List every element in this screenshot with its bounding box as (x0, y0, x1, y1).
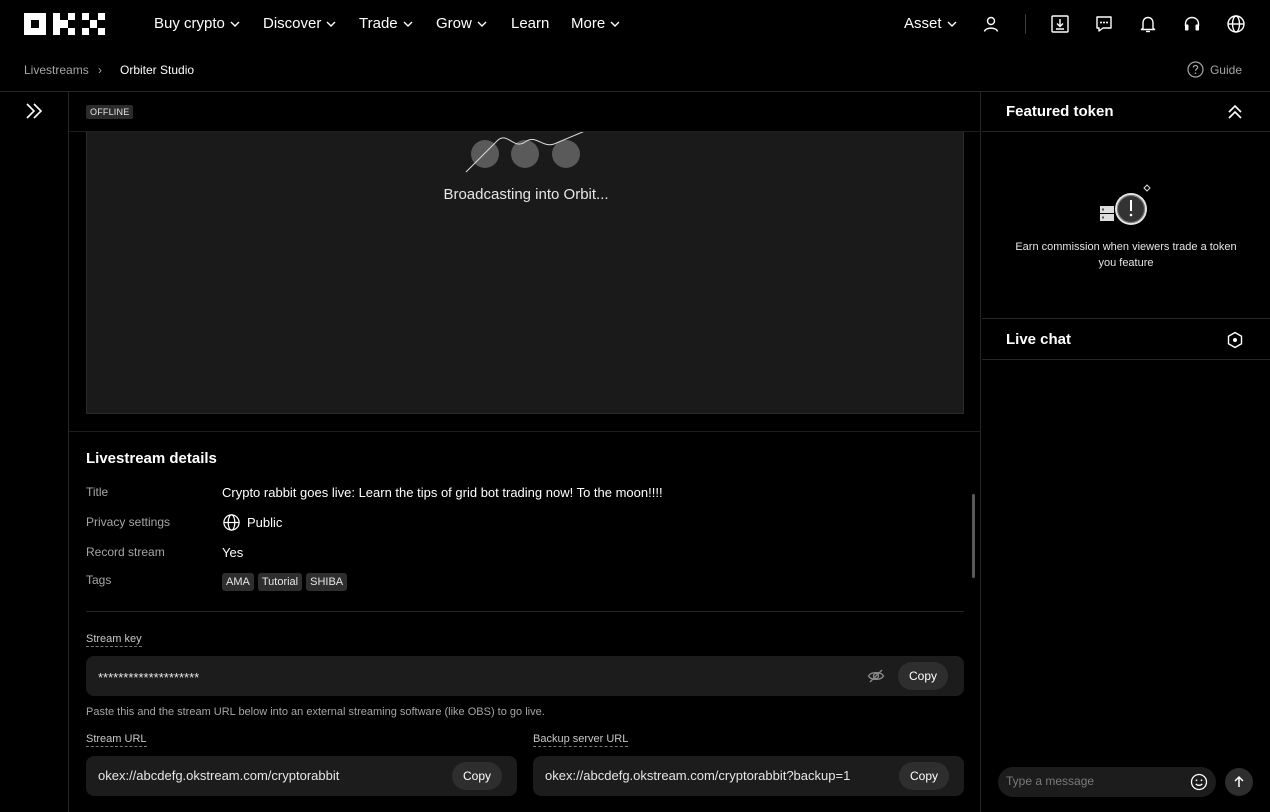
chevron-down-icon (609, 17, 621, 30)
scrollbar[interactable] (972, 494, 975, 578)
nav-learn[interactable]: Learn (511, 15, 549, 32)
right-panel: Featured token Earn commission when view… (982, 92, 1270, 812)
record-label: Record stream (86, 545, 165, 559)
nav-trade[interactable]: Trade (359, 15, 414, 32)
bell-icon[interactable] (1136, 12, 1160, 36)
details-heading: Livestream details (86, 450, 217, 467)
okx-logo[interactable] (24, 13, 105, 35)
stream-key-value: ******************** (98, 670, 200, 685)
live-chat-title: Live chat (1006, 331, 1072, 348)
tag: SHIBA (306, 573, 348, 591)
featured-token-text: Earn commission when viewers trade a tok… (1015, 241, 1237, 269)
tags-list: AMA Tutorial SHIBA (222, 573, 351, 591)
sidebar (0, 92, 69, 812)
chat-input-wrapper (998, 767, 1216, 797)
chevron-down-icon (946, 17, 958, 30)
message-icon[interactable] (1092, 12, 1116, 36)
eye-off-icon[interactable] (867, 667, 885, 685)
video-player[interactable]: Broadcasting into Orbit... (86, 132, 964, 414)
stream-status-bar: OFFLINE (69, 92, 980, 132)
emoji-icon[interactable] (1190, 773, 1208, 791)
status-badge: OFFLINE (86, 105, 134, 119)
stream-key-label[interactable]: Stream key (86, 633, 142, 647)
privacy-value: Public (222, 513, 282, 532)
stream-key-field[interactable]: ******************** Copy (86, 656, 964, 696)
backup-url-value: okex://abcdefg.okstream.com/cryptorabbit… (545, 768, 851, 783)
privacy-label: Privacy settings (86, 515, 171, 529)
nav-grow[interactable]: Grow (436, 15, 488, 32)
main-content: OFFLINE Broadcasting into Orbit... Lives… (69, 92, 981, 812)
featured-token-body: Earn commission when viewers trade a tok… (982, 132, 1270, 319)
chevron-down-icon (325, 17, 337, 30)
broadcast-status-text: Broadcasting into Orbit... (443, 186, 609, 203)
user-icon[interactable] (979, 12, 1003, 36)
nav-discover[interactable]: Discover (263, 15, 337, 32)
title-label: Title (86, 485, 109, 499)
nav-asset[interactable]: Asset (904, 15, 958, 32)
record-value: Yes (222, 545, 244, 560)
collapse-icon[interactable] (1226, 103, 1244, 121)
stream-url-value: okex://abcdefg.okstream.com/cryptorabbit (98, 768, 340, 783)
globe-icon (222, 513, 241, 532)
chevron-down-icon (229, 17, 241, 30)
breadcrumb-separator: › (98, 63, 102, 77)
download-icon[interactable] (1048, 12, 1072, 36)
send-message-button[interactable] (1225, 768, 1253, 796)
copy-stream-url-button[interactable]: Copy (452, 762, 503, 790)
breadcrumb-current: Orbiter Studio (120, 63, 195, 77)
help-icon (1187, 61, 1204, 78)
breadcrumb-livestreams[interactable]: Livestreams (24, 63, 89, 77)
stream-url-label: Stream URL (86, 733, 147, 747)
orbit-animation-icon (464, 132, 586, 174)
headset-icon[interactable] (1180, 12, 1204, 36)
chevron-down-icon (476, 17, 488, 30)
top-navigation: Buy crypto Discover Trade Grow Learn Mor… (0, 0, 1270, 48)
globe-icon[interactable] (1224, 12, 1248, 36)
backup-url-label[interactable]: Backup server URL (533, 733, 629, 747)
stream-key-hint: Paste this and the stream URL below into… (86, 706, 545, 718)
details-divider (86, 611, 964, 612)
nav-buy-crypto[interactable]: Buy crypto (154, 15, 241, 32)
backup-url-field[interactable]: okex://abcdefg.okstream.com/cryptorabbit… (533, 756, 964, 796)
tag: Tutorial (257, 573, 303, 591)
stream-url-field[interactable]: okex://abcdefg.okstream.com/cryptorabbit… (86, 756, 517, 796)
featured-token-title: Featured token (1006, 103, 1114, 120)
breadcrumb-bar: Livestreams › Orbiter Studio Guide (0, 48, 1270, 92)
tag: AMA (222, 573, 254, 591)
chevron-down-icon (402, 17, 414, 30)
copy-backup-url-button[interactable]: Copy (899, 762, 950, 790)
guide-link[interactable]: Guide (1187, 61, 1242, 78)
featured-token-illustration-icon (1099, 182, 1153, 228)
chat-input[interactable] (1006, 774, 1176, 788)
section-divider (69, 431, 980, 432)
nav-more[interactable]: More (571, 15, 621, 32)
featured-token-header: Featured token (982, 92, 1270, 132)
arrow-up-icon (1232, 775, 1246, 789)
expand-sidebar-icon[interactable] (24, 102, 44, 120)
live-chat-header: Live chat (982, 320, 1270, 360)
hexagon-settings-icon[interactable] (1226, 331, 1244, 349)
copy-stream-key-button[interactable]: Copy (898, 662, 949, 690)
title-value: Crypto rabbit goes live: Learn the tips … (222, 485, 663, 500)
nav-divider (1025, 14, 1026, 34)
tags-label: Tags (86, 573, 112, 587)
